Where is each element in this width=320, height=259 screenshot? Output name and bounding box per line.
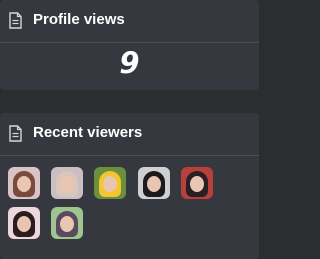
profile-views-card: Profile views 9 <box>0 0 259 90</box>
avatar-face <box>17 216 31 232</box>
profile-views-title: Profile views <box>33 11 125 28</box>
avatar-face <box>60 216 74 232</box>
viewer-avatar-2[interactable] <box>51 167 83 199</box>
viewer-avatar-6[interactable] <box>8 207 40 239</box>
profile-views-header: Profile views <box>0 0 259 43</box>
avatar-face <box>17 176 31 192</box>
avatar-face <box>190 176 204 192</box>
recent-viewers-header: Recent viewers <box>0 113 259 156</box>
recent-viewers-card: Recent viewers <box>0 113 259 259</box>
avatar-face <box>60 176 74 192</box>
viewer-avatar-4[interactable] <box>138 167 170 199</box>
recent-viewers-title: Recent viewers <box>33 124 143 141</box>
avatar-face <box>147 176 161 192</box>
viewer-avatar-7[interactable] <box>51 207 83 239</box>
profile-views-count: 9 <box>119 46 140 80</box>
viewer-avatar-1[interactable] <box>8 167 40 199</box>
viewer-avatar-5[interactable] <box>181 167 213 199</box>
viewer-avatar-3[interactable] <box>94 167 126 199</box>
document-icon <box>9 125 22 142</box>
avatar-face <box>103 176 117 192</box>
document-icon <box>9 12 22 29</box>
